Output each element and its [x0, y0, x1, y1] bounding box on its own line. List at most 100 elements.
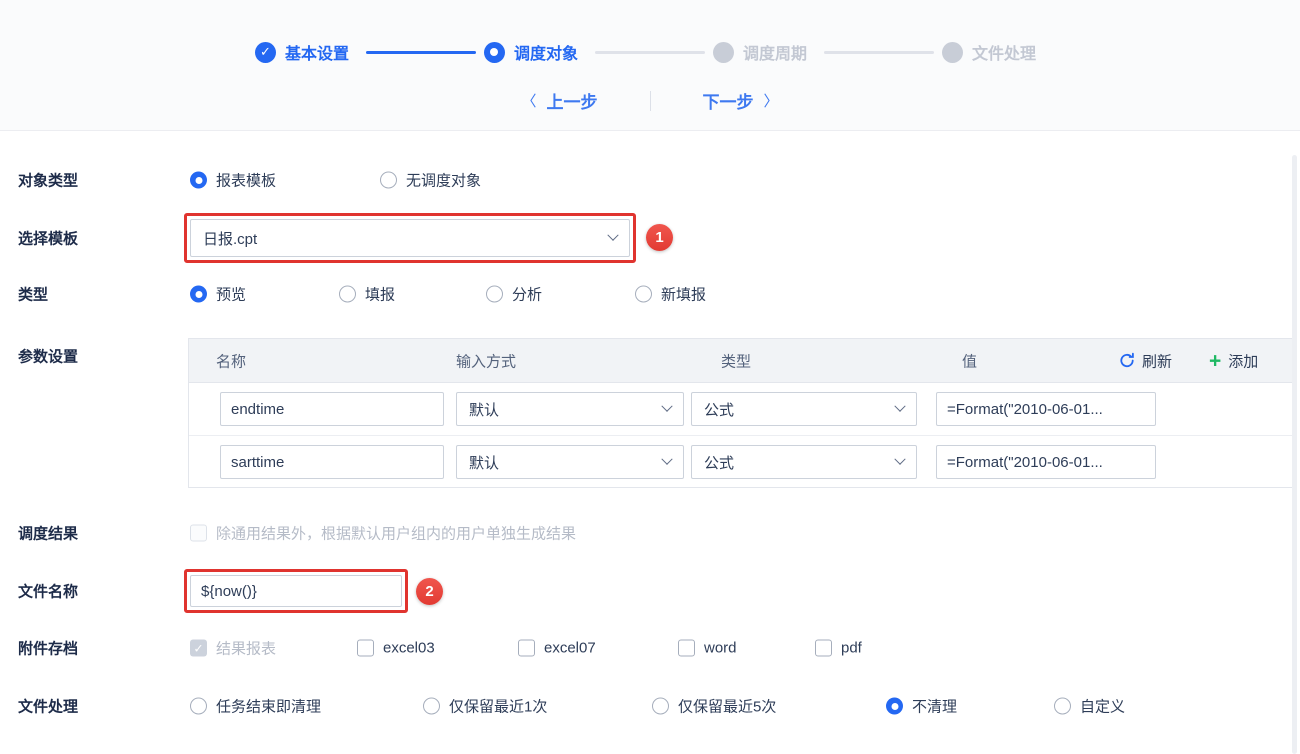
step-connector	[365, 50, 476, 54]
step-label: 基本设置	[284, 46, 349, 63]
refresh-button[interactable]: 刷新	[1119, 350, 1172, 371]
radio-icon[interactable]	[423, 697, 440, 715]
radio-icon[interactable]	[339, 285, 356, 303]
attachments-label: 附件存档	[18, 640, 79, 658]
checkbox-word[interactable]: word	[678, 639, 737, 657]
add-label: 添加	[1228, 353, 1259, 370]
template-label: 选择模板	[18, 230, 79, 248]
col-header-input-mode: 输入方式	[456, 353, 517, 370]
radio-preview[interactable]: 预览	[190, 284, 246, 305]
prev-step-label: 上一步	[546, 93, 598, 112]
radio-selected-icon[interactable]	[190, 285, 207, 303]
chevron-down-icon	[894, 400, 906, 412]
select-value: 默认	[469, 454, 500, 472]
radio-clean-on-finish[interactable]: 任务结束即清理	[190, 696, 321, 717]
checkbox-label: word	[704, 639, 737, 657]
radio-icon[interactable]	[635, 285, 652, 303]
radio-keep-last-1[interactable]: 仅保留最近1次	[423, 696, 547, 717]
checkbox-excel03[interactable]: excel03	[357, 639, 435, 657]
checkbox-label: excel07	[544, 639, 596, 657]
param-name-input[interactable]	[220, 445, 444, 479]
step-file-handling: 文件处理	[942, 40, 1045, 64]
param-row: 默认 公式	[189, 435, 1292, 487]
checkbox-icon[interactable]	[357, 639, 374, 657]
col-header-value: 值	[962, 353, 978, 370]
add-param-button[interactable]: + 添加	[1209, 350, 1258, 371]
annotation-badge-2: 2	[416, 578, 443, 605]
step-schedule-object[interactable]: 调度对象	[483, 40, 587, 64]
col-header-type: 类型	[721, 353, 752, 370]
radio-report-template[interactable]: 报表模板	[190, 170, 276, 191]
radio-label: 无调度对象	[406, 172, 482, 190]
nav-divider	[649, 90, 651, 111]
chevron-down-icon	[661, 400, 673, 412]
refresh-label: 刷新	[1142, 353, 1173, 370]
plus-icon: +	[1209, 349, 1222, 372]
prev-step-button[interactable]: 〈 上一步	[521, 88, 597, 113]
select-value: 默认	[469, 401, 500, 419]
step-basic-settings[interactable]: ✓ 基本设置	[254, 40, 358, 64]
param-input-mode-select[interactable]: 默认	[456, 392, 684, 426]
file-handling-label: 文件处理	[18, 698, 79, 716]
radio-fill-report[interactable]: 填报	[339, 284, 395, 305]
radio-no-clean[interactable]: 不清理	[886, 696, 957, 717]
radio-label: 自定义	[1080, 698, 1126, 716]
param-name-input[interactable]	[220, 392, 444, 426]
circle-icon	[713, 41, 734, 63]
template-select-value: 日报.cpt	[203, 230, 258, 248]
checkbox-pdf[interactable]: pdf	[815, 639, 862, 657]
annotation-badge-1: 1	[646, 224, 673, 251]
schedule-task-wizard: ✓ 基本设置 调度对象 调度周期 文件处理 〈 上一步 下一步 〉 对象类型 报…	[0, 0, 1300, 754]
dot-circle-icon	[483, 41, 505, 63]
radio-keep-last-5[interactable]: 仅保留最近5次	[652, 696, 776, 717]
next-step-button[interactable]: 下一步 〉	[703, 88, 779, 113]
radio-label: 不清理	[912, 698, 958, 716]
radio-selected-icon[interactable]	[886, 697, 903, 715]
circle-icon	[942, 41, 964, 63]
chevron-down-icon	[894, 453, 906, 465]
schedule-result-checkbox-item: 除通用结果外，根据默认用户组内的用户单独生成结果	[190, 523, 576, 544]
checkbox-icon[interactable]	[815, 639, 832, 657]
params-table: 名称 输入方式 类型 值 刷新 + 添加 默认 公式	[188, 338, 1293, 488]
checkbox-excel07[interactable]: excel07	[518, 639, 596, 657]
radio-icon[interactable]	[190, 697, 207, 715]
template-select[interactable]: 日报.cpt	[190, 219, 630, 257]
param-row: 默认 公式	[189, 383, 1292, 435]
radio-selected-icon[interactable]	[190, 171, 207, 189]
chevron-left-icon: 〈	[521, 93, 537, 110]
file-name-input[interactable]	[190, 575, 402, 607]
param-type-select[interactable]: 公式	[691, 392, 917, 426]
radio-label: 仅保留最近5次	[678, 698, 777, 716]
object-type-label: 对象类型	[18, 172, 79, 190]
checkbox-icon[interactable]	[678, 639, 695, 657]
scrollbar[interactable]	[1292, 155, 1297, 754]
radio-no-schedule-object[interactable]: 无调度对象	[380, 170, 481, 191]
checkbox-label: excel03	[383, 639, 435, 657]
param-type-select[interactable]: 公式	[691, 445, 917, 479]
refresh-icon	[1120, 352, 1134, 368]
select-value: 公式	[704, 401, 735, 419]
radio-new-fill-report[interactable]: 新填报	[635, 284, 706, 305]
radio-icon[interactable]	[486, 285, 503, 303]
radio-label: 新填报	[661, 286, 707, 304]
radio-icon[interactable]	[380, 171, 397, 189]
param-value-input[interactable]	[936, 392, 1156, 426]
checkbox-checked-icon: ✓	[190, 639, 207, 657]
step-schedule-cycle: 调度周期	[713, 40, 816, 64]
radio-analysis[interactable]: 分析	[486, 284, 542, 305]
radio-custom[interactable]: 自定义	[1054, 696, 1125, 717]
radio-icon[interactable]	[1054, 697, 1071, 715]
wizard-header: ✓ 基本设置 调度对象 调度周期 文件处理 〈 上一步 下一步 〉	[0, 0, 1300, 131]
radio-label: 填报	[365, 286, 396, 304]
param-input-mode-select[interactable]: 默认	[456, 445, 684, 479]
select-value: 公式	[704, 454, 735, 472]
radio-icon[interactable]	[652, 697, 669, 715]
radio-label: 预览	[216, 286, 247, 304]
param-value-input[interactable]	[936, 445, 1156, 479]
radio-label: 报表模板	[216, 172, 277, 190]
checkbox-label: 结果报表	[216, 640, 277, 658]
checkbox-label: 除通用结果外，根据默认用户组内的用户单独生成结果	[216, 525, 577, 543]
chevron-right-icon: 〉	[763, 93, 779, 110]
chevron-down-icon	[607, 229, 619, 241]
checkbox-icon[interactable]	[518, 639, 535, 657]
